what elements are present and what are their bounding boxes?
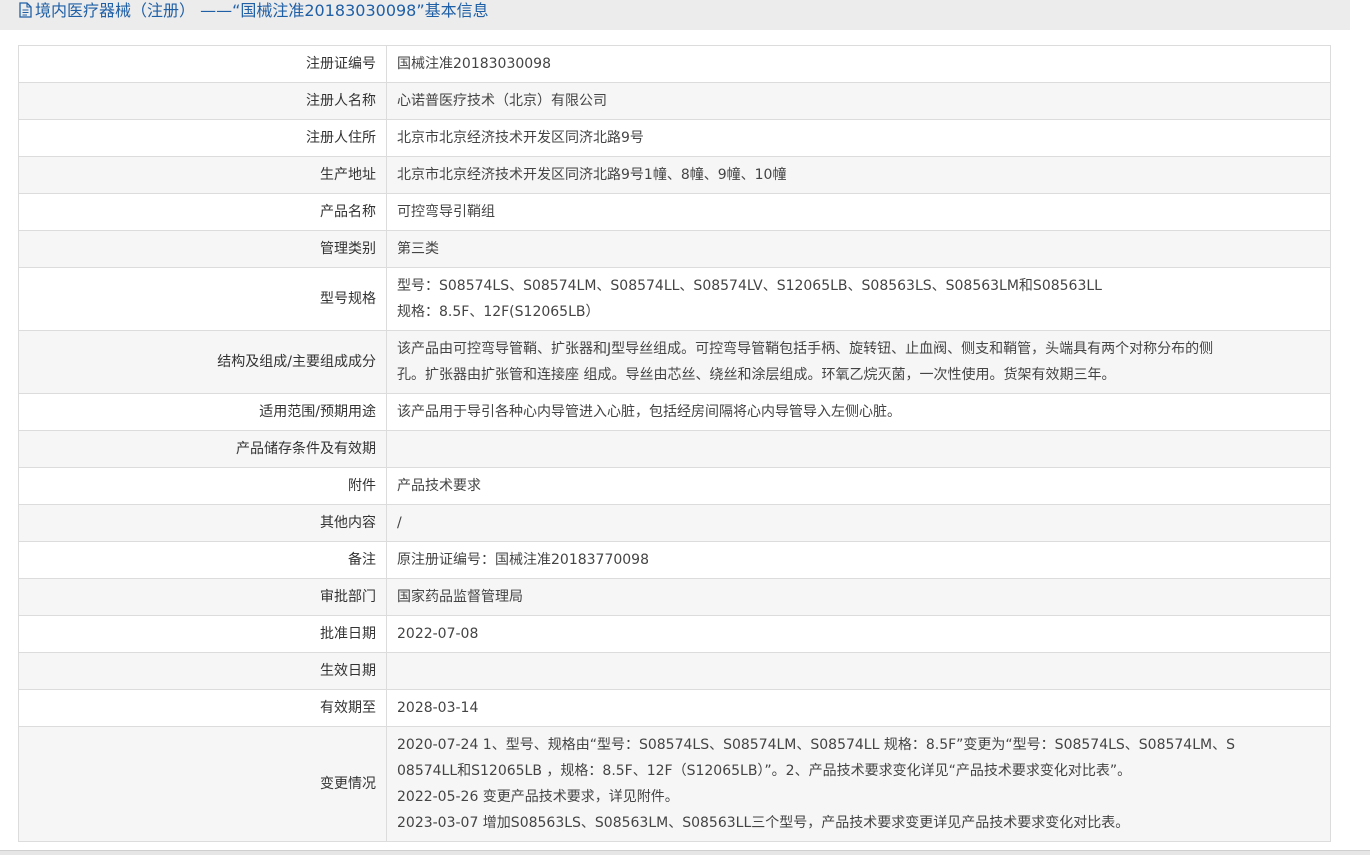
table-row: 有效期至 2028-03-14 <box>18 689 1331 727</box>
table-row: 管理类别 第三类 <box>18 230 1331 268</box>
table-row: 变更情况 2020-07-24 1、型号、规格由“型号：S08574LS、S08… <box>18 726 1331 842</box>
row-label: 结构及组成/主要组成成分 <box>18 330 387 394</box>
row-value: 北京市北京经济技术开发区同济北路9号1幢、8幢、9幢、10幢 <box>386 156 1331 194</box>
table-row: 附件 产品技术要求 <box>18 467 1331 505</box>
row-label: 生产地址 <box>18 156 387 194</box>
table-row: 适用范围/预期用途 该产品用于导引各种心内导管进入心脏，包括经房间隔将心内导管导… <box>18 393 1331 431</box>
row-label: 生效日期 <box>18 652 387 690</box>
row-label: 适用范围/预期用途 <box>18 393 387 431</box>
table-row: 产品储存条件及有效期 <box>18 430 1331 468</box>
value-line: 型号：S08574LS、S08574LM、S08574LL、S08574LV、S… <box>397 278 1102 294</box>
document-icon <box>19 2 32 18</box>
row-value: 2022-07-08 <box>386 615 1331 653</box>
row-value: 北京市北京经济技术开发区同济北路9号 <box>386 119 1331 157</box>
table-row: 注册证编号 国械注准20183030098 <box>18 45 1331 83</box>
row-label: 变更情况 <box>18 726 387 842</box>
row-label: 批准日期 <box>18 615 387 653</box>
value-line: 孔。扩张器由扩张管和连接座 组成。导丝由芯丝、绕丝和涂层组成。环氧乙烷灭菌，一次… <box>397 367 1116 383</box>
page-header: 境内医疗器械（注册） ——“国械注准20183030098”基本信息 <box>0 0 1350 30</box>
row-value: 该产品由可控弯导管鞘、扩张器和J型导丝组成。可控弯导管鞘包括手柄、旋转钮、止血阀… <box>386 330 1331 394</box>
row-value: 心诺普医疗技术（北京）有限公司 <box>386 82 1331 120</box>
table-row: 注册人名称 心诺普医疗技术（北京）有限公司 <box>18 82 1331 120</box>
page-title-text: 境内医疗器械（注册） ——“国械注准20183030098”基本信息 <box>35 1 489 20</box>
row-label: 型号规格 <box>18 267 387 331</box>
horizontal-scrollbar[interactable] <box>0 850 1370 855</box>
table-row: 型号规格 型号：S08574LS、S08574LM、S08574LL、S0857… <box>18 267 1331 331</box>
row-label: 产品储存条件及有效期 <box>18 430 387 468</box>
row-label: 附件 <box>18 467 387 505</box>
page-title: 境内医疗器械（注册） ——“国械注准20183030098”基本信息 <box>18 0 489 22</box>
table-row: 注册人住所 北京市北京经济技术开发区同济北路9号 <box>18 119 1331 157</box>
value-line: 2020-07-24 1、型号、规格由“型号：S08574LS、S08574LM… <box>397 737 1235 753</box>
row-value: 2020-07-24 1、型号、规格由“型号：S08574LS、S08574LM… <box>386 726 1331 842</box>
row-value: 产品技术要求 <box>386 467 1331 505</box>
row-label: 其他内容 <box>18 504 387 542</box>
row-value: 国械注准20183030098 <box>386 45 1331 83</box>
table-row: 产品名称 可控弯导引鞘组 <box>18 193 1331 231</box>
row-label: 注册人住所 <box>18 119 387 157</box>
row-label: 审批部门 <box>18 578 387 616</box>
row-value: 国家药品监督管理局 <box>386 578 1331 616</box>
row-value: 2028-03-14 <box>386 689 1331 727</box>
table-row: 生产地址 北京市北京经济技术开发区同济北路9号1幢、8幢、9幢、10幢 <box>18 156 1331 194</box>
row-value: 型号：S08574LS、S08574LM、S08574LL、S08574LV、S… <box>386 267 1331 331</box>
row-label: 有效期至 <box>18 689 387 727</box>
row-value: 可控弯导引鞘组 <box>386 193 1331 231</box>
row-value: 原注册证编号：国械注准20183770098 <box>386 541 1331 579</box>
value-line: 2022-05-26 变更产品技术要求，详见附件。 <box>397 789 679 805</box>
row-label: 注册证编号 <box>18 45 387 83</box>
table-row: 审批部门 国家药品监督管理局 <box>18 578 1331 616</box>
table-row: 结构及组成/主要组成成分 该产品由可控弯导管鞘、扩张器和J型导丝组成。可控弯导管… <box>18 330 1331 394</box>
row-value <box>386 430 1331 468</box>
vertical-scrollbar-area[interactable] <box>1350 0 1370 850</box>
row-label: 注册人名称 <box>18 82 387 120</box>
row-value: 该产品用于导引各种心内导管进入心脏，包括经房间隔将心内导管导入左侧心脏。 <box>386 393 1331 431</box>
row-value: 第三类 <box>386 230 1331 268</box>
value-line: 2023-03-07 增加S08563LS、S08563LM、S08563LL三… <box>397 815 1130 831</box>
value-line: 08574LL和S12065LB ，规格：8.5F、12F（S12065LB）”… <box>397 763 1132 779</box>
registration-info-table: 注册证编号 国械注准20183030098 注册人名称 心诺普医疗技术（北京）有… <box>18 45 1331 842</box>
row-label: 产品名称 <box>18 193 387 231</box>
value-line: 规格：8.5F、12F(S12065LB） <box>397 304 600 320</box>
value-line: 该产品由可控弯导管鞘、扩张器和J型导丝组成。可控弯导管鞘包括手柄、旋转钮、止血阀… <box>397 341 1214 357</box>
row-label: 备注 <box>18 541 387 579</box>
table-row: 备注 原注册证编号：国械注准20183770098 <box>18 541 1331 579</box>
row-value: / <box>386 504 1331 542</box>
table-row: 其他内容 / <box>18 504 1331 542</box>
table-row: 生效日期 <box>18 652 1331 690</box>
table-row: 批准日期 2022-07-08 <box>18 615 1331 653</box>
row-value <box>386 652 1331 690</box>
row-label: 管理类别 <box>18 230 387 268</box>
